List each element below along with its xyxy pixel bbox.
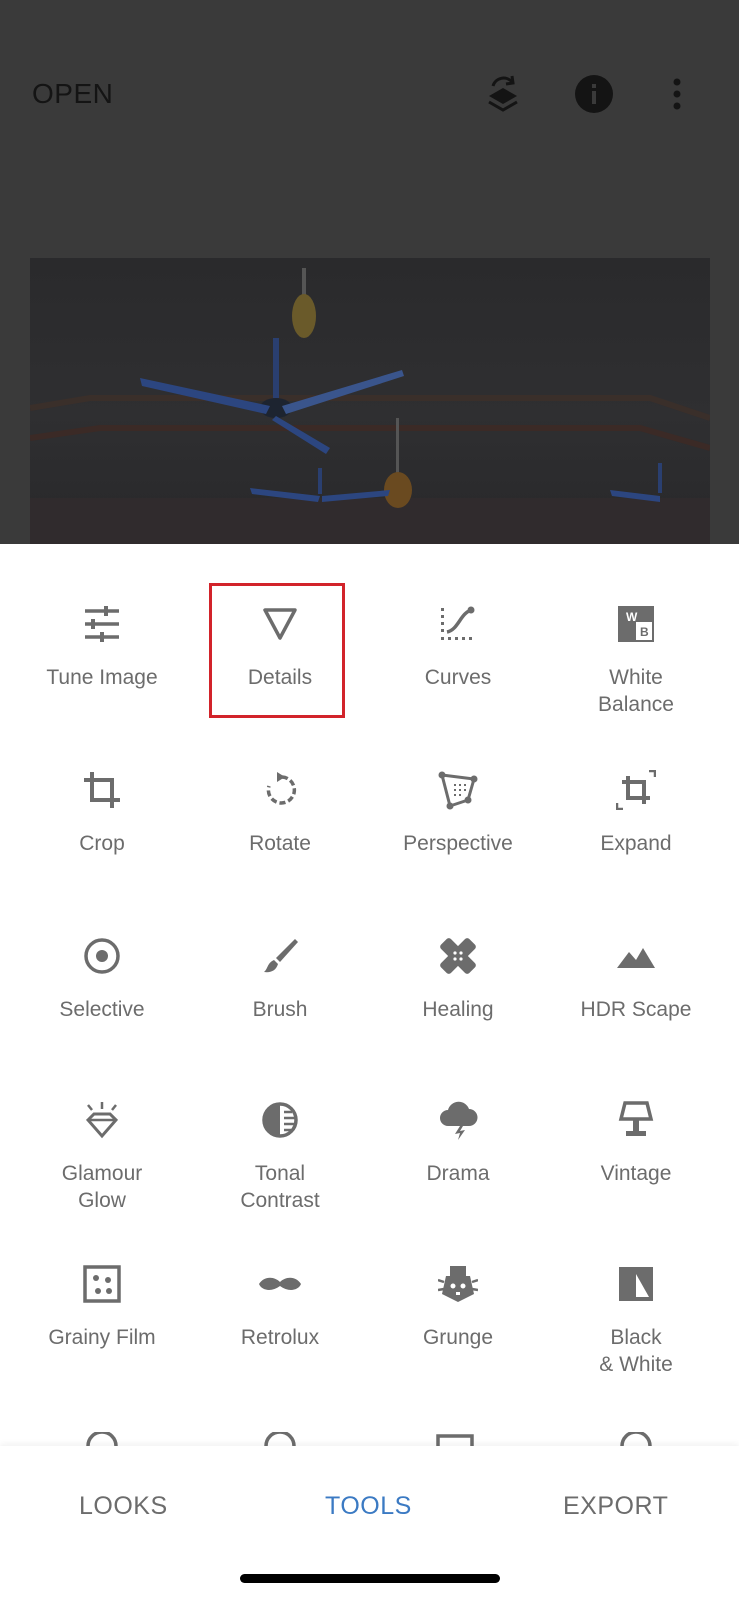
- tool-glamour-glow[interactable]: Glamour Glow: [12, 1100, 192, 1214]
- photo-ceiling-fans: [30, 268, 710, 544]
- more-vertical-icon[interactable]: [663, 72, 691, 116]
- tool-perspective[interactable]: Perspective: [368, 770, 548, 857]
- info-icon[interactable]: [572, 72, 616, 116]
- tonal-contrast-icon: [262, 1102, 298, 1138]
- selective-icon: [84, 938, 120, 974]
- tool-tune-image[interactable]: Tune Image: [12, 604, 192, 691]
- layers-undo-icon[interactable]: [481, 72, 525, 116]
- tool-label: Healing: [422, 998, 494, 1021]
- tool-label: Expand: [600, 832, 672, 855]
- tool-label: Crop: [79, 832, 125, 855]
- tool-black-white[interactable]: Black & White: [546, 1264, 726, 1378]
- tool-grainy-film[interactable]: Grainy Film: [12, 1264, 192, 1351]
- drama-icon: [440, 1101, 478, 1140]
- tool-label: Black & White: [599, 1326, 673, 1376]
- tool-tonal-contrast[interactable]: Tonal Contrast: [190, 1100, 370, 1214]
- tool-selective[interactable]: Selective: [12, 936, 192, 1023]
- next-row-icons-partial: [86, 1432, 652, 1446]
- glamour-glow-icon: [85, 1102, 119, 1139]
- retrolux-icon: [259, 1277, 301, 1290]
- open-button[interactable]: OPEN: [32, 78, 113, 110]
- tool-label: Selective: [59, 998, 145, 1021]
- tool-white-balance[interactable]: W B White Balance: [546, 604, 726, 718]
- photo-preview: [30, 258, 710, 544]
- brush-icon: [264, 939, 298, 973]
- tab-looks[interactable]: LOOKS: [79, 1492, 168, 1521]
- tab-export[interactable]: EXPORT: [563, 1492, 668, 1521]
- tool-rotate[interactable]: Rotate: [190, 770, 370, 857]
- svg-text:W: W: [626, 610, 638, 624]
- tool-healing[interactable]: Healing: [368, 936, 548, 1023]
- vintage-icon: [618, 1101, 654, 1136]
- tool-label: White Balance: [598, 666, 674, 716]
- tool-label: Perspective: [403, 832, 513, 855]
- tool-label: Tonal Contrast: [240, 1162, 320, 1212]
- tool-crop[interactable]: Crop: [12, 770, 192, 857]
- tool-label: Rotate: [249, 832, 311, 855]
- tool-hdr-scape[interactable]: HDR Scape: [546, 936, 726, 1023]
- svg-text:B: B: [640, 625, 649, 639]
- tool-label: Brush: [252, 998, 308, 1021]
- tool-brush[interactable]: Brush: [190, 936, 370, 1023]
- tool-label: Curves: [424, 666, 492, 689]
- tool-expand[interactable]: Expand: [546, 770, 726, 857]
- grunge-icon: [438, 1266, 478, 1302]
- expand-icon: [616, 770, 656, 810]
- white-balance-icon: W B: [618, 606, 654, 642]
- hdr-scape-icon: [617, 948, 655, 968]
- tool-vintage[interactable]: Vintage: [546, 1100, 726, 1187]
- home-indicator: [240, 1574, 500, 1583]
- tool-curves[interactable]: Curves: [368, 604, 548, 691]
- curves-icon: [441, 606, 475, 640]
- black-white-icon: [619, 1267, 653, 1301]
- tool-label: HDR Scape: [580, 998, 692, 1021]
- details-highlight-box: [209, 583, 345, 718]
- tool-label: Glamour Glow: [61, 1162, 143, 1212]
- tool-label: Vintage: [600, 1162, 672, 1185]
- tool-label: Grainy Film: [48, 1326, 156, 1349]
- perspective-icon: [438, 771, 478, 810]
- tool-label: Grunge: [422, 1326, 494, 1349]
- rotate-icon: [266, 772, 297, 805]
- tune-image-icon: [85, 606, 119, 642]
- grainy-film-icon: [83, 1265, 121, 1303]
- tool-label: Tune Image: [46, 666, 158, 689]
- tool-grunge[interactable]: Grunge: [368, 1264, 548, 1351]
- tab-tools[interactable]: TOOLS: [325, 1492, 412, 1521]
- tool-drama[interactable]: Drama: [368, 1100, 548, 1187]
- tool-label: Drama: [426, 1162, 490, 1185]
- healing-icon: [440, 938, 476, 974]
- tool-label: Retrolux: [240, 1326, 320, 1349]
- image-area: OPEN: [0, 0, 739, 544]
- tool-retrolux[interactable]: Retrolux: [190, 1264, 370, 1351]
- crop-icon: [84, 772, 120, 808]
